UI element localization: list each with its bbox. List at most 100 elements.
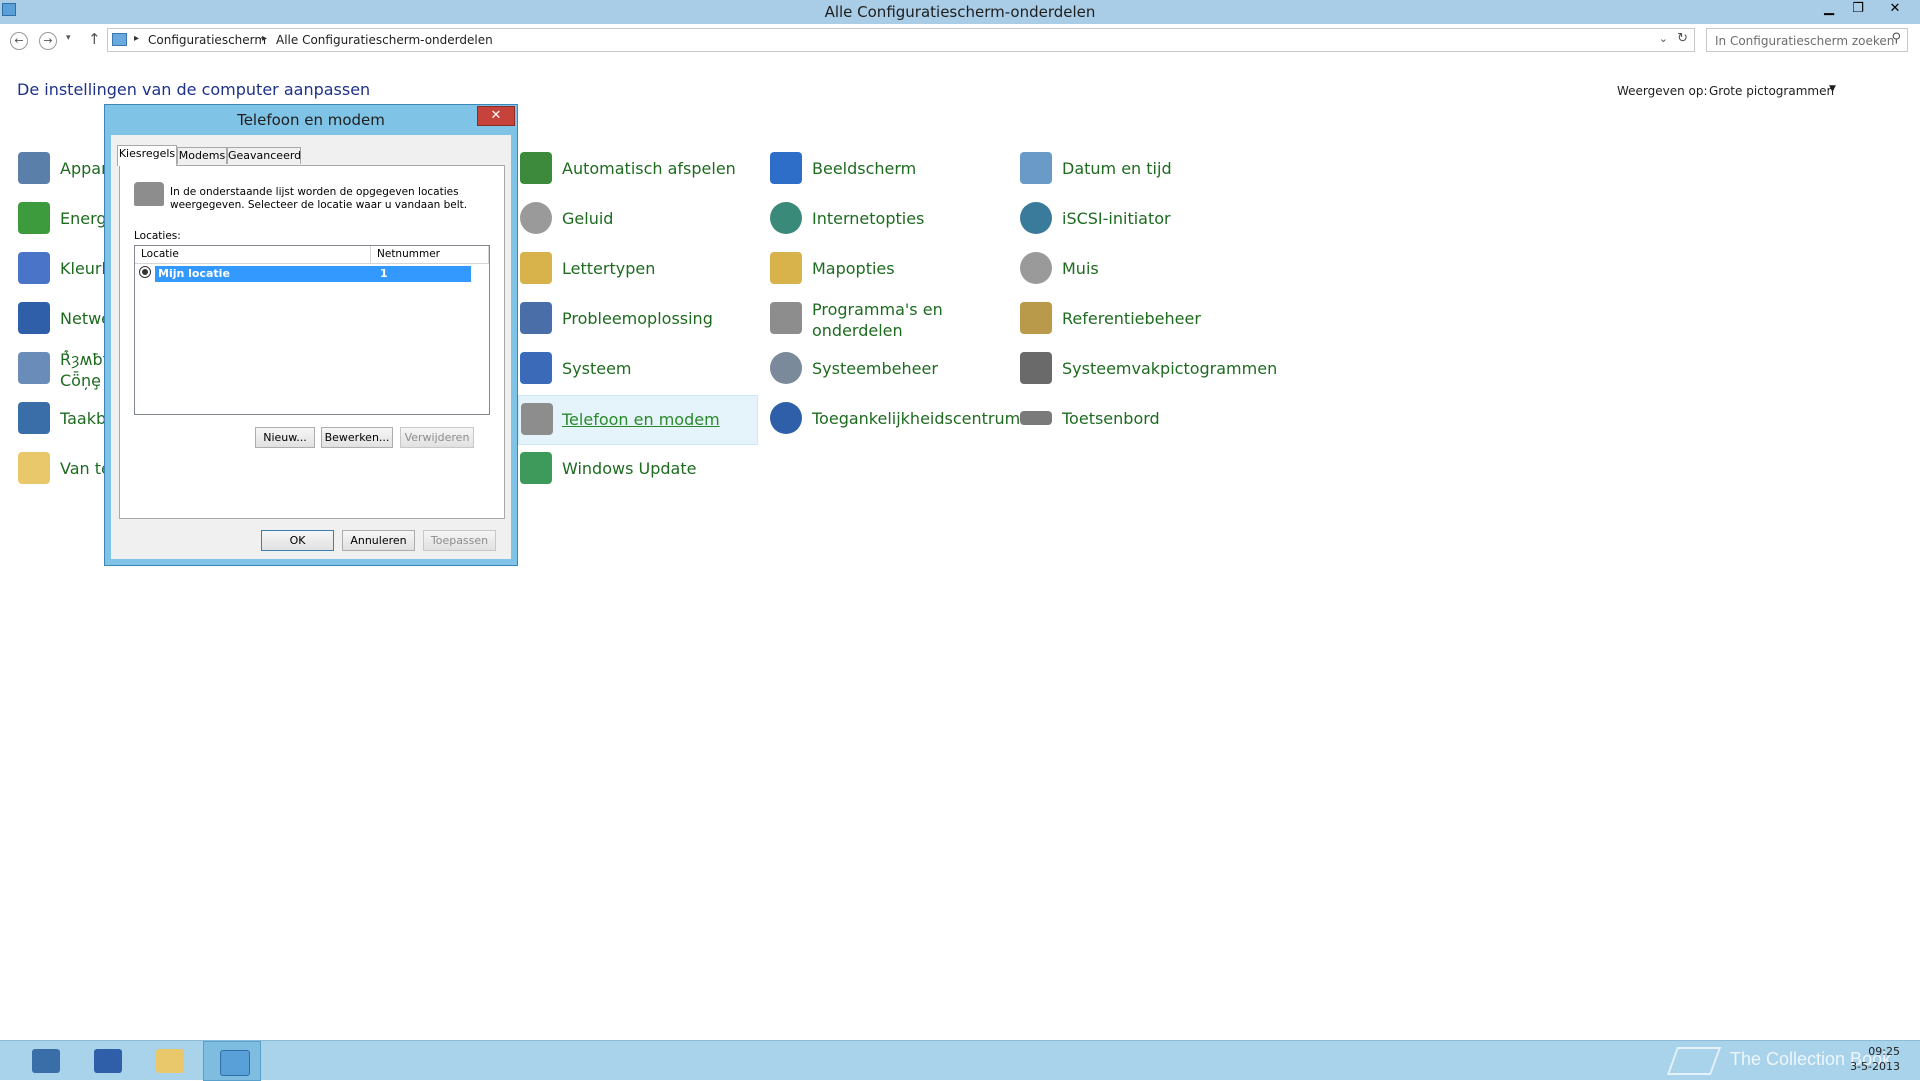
speech-icon [18, 452, 50, 484]
location-radio[interactable] [139, 266, 151, 278]
cp-item-label: Lettertypen [562, 259, 656, 278]
cp-item-keyboard[interactable]: Toetsenbord [1020, 397, 1260, 443]
back-button[interactable]: ← [10, 32, 28, 50]
column-header-location[interactable]: Locatie [135, 246, 371, 264]
cp-item-autoplay[interactable]: Automatisch afspelen [520, 147, 750, 193]
server-manager-icon [32, 1049, 60, 1073]
clock-date: 3-5-2013 [1850, 1060, 1900, 1073]
taskbar: The Collection Book 09:25 3-5-2013 [0, 1040, 1920, 1081]
cp-item-programs[interactable]: Programma's en onderdelen [770, 297, 1000, 343]
powershell-icon [94, 1049, 122, 1073]
cp-item-label: Programma's en onderdelen [812, 300, 943, 340]
new-location-button[interactable]: Nieuw... [255, 427, 315, 448]
cp-item-power-options[interactable]: Energi [18, 197, 111, 243]
cp-item-color-management[interactable]: Kleurb [18, 247, 112, 293]
taskbar-powershell[interactable] [78, 1041, 136, 1081]
autoplay-icon [520, 152, 552, 184]
cp-item-notification-icons[interactable]: Systeemvakpictogrammen [1020, 347, 1280, 393]
cp-item-label: Systeemvakpictogrammen [1062, 359, 1278, 378]
cp-item-taskbar[interactable]: Taakb [18, 397, 108, 443]
ok-button[interactable]: OK [261, 530, 334, 551]
edit-location-button[interactable]: Bewerken... [321, 427, 393, 448]
notification-icons-icon [1020, 352, 1052, 384]
breadcrumb-control-panel[interactable]: Configuratiescherm [148, 33, 266, 47]
tab-dialing-rules[interactable]: Kiesregels [117, 145, 177, 166]
table-row[interactable]: Mijn locatie 1 [155, 266, 471, 282]
folder-options-icon [770, 252, 802, 284]
clock-time: 09:25 [1868, 1045, 1900, 1058]
breadcrumb-separator[interactable]: ▸ [262, 33, 267, 44]
cp-item-troubleshooting[interactable]: Probleemoplossing [520, 297, 750, 343]
tab-panel-dialing-rules: In de onderstaande lijst worden de opgeg… [119, 165, 505, 519]
taskbar-control-panel[interactable] [203, 1041, 261, 1081]
cp-item-region[interactable]: Ŕ͑ȝʍƀʈ Cȫņȩ [18, 347, 109, 393]
cp-item-windows-update[interactable]: Windows Update [520, 447, 750, 493]
breadcrumb-separator[interactable]: ▸ [134, 33, 139, 44]
chevron-down-icon[interactable]: ▼ [1829, 84, 1836, 94]
ease-of-access-icon [770, 402, 802, 434]
restore-button[interactable]: ❐ [1845, 0, 1871, 18]
search-input[interactable]: In Configuratiescherm zoeken ⚲ [1706, 28, 1908, 52]
cp-item-internet-options[interactable]: Internetopties [770, 197, 1000, 243]
recent-locations-button[interactable]: ▾ [66, 33, 71, 43]
dialog-close-button[interactable]: ✕ [477, 106, 515, 126]
cp-item-credential-manager[interactable]: Referentiebeheer [1020, 297, 1260, 343]
cp-item-network[interactable]: Netwe [18, 297, 111, 343]
column-header-area-code[interactable]: Netnummer [371, 246, 489, 264]
tab-modems[interactable]: Modems [177, 147, 227, 164]
up-button[interactable]: ↑ [88, 30, 101, 48]
address-bar[interactable]: ▸ Configuratiescherm ▸ Alle Configuratie… [107, 28, 1695, 52]
display-icon [770, 152, 802, 184]
cp-item-label: Automatisch afspelen [562, 159, 736, 178]
cp-item-sound[interactable]: Geluid [520, 197, 750, 243]
cp-item-folder-options[interactable]: Mapopties [770, 247, 1000, 293]
cp-item-label: Toegankelijkheidscentrum [812, 409, 1021, 428]
admin-tools-icon [770, 352, 802, 384]
locations-label: Locaties: [134, 230, 181, 242]
phone-icon [134, 182, 164, 206]
window-titlebar: Alle Configuratiescherm-onderdelen ▁ ❐ ✕ [0, 0, 1920, 24]
minimize-button[interactable]: ▁ [1816, 0, 1842, 18]
control-panel-icon [112, 33, 127, 46]
cp-item-date-time[interactable]: Datum en tijd [1020, 147, 1260, 193]
taskbar-file-explorer[interactable] [140, 1041, 198, 1081]
close-window-button[interactable]: ✕ [1880, 0, 1910, 18]
cp-item-phone-modem[interactable]: Telefoon en modem [518, 395, 758, 445]
cp-item-label: Windows Update [562, 459, 697, 478]
cp-item-label: Geluid [562, 209, 614, 228]
page-title: De instellingen van de computer aanpasse… [17, 80, 371, 99]
cp-item-display[interactable]: Beeldscherm [770, 147, 1000, 193]
cp-item-speech[interactable]: Van te [18, 447, 111, 493]
cp-item-fonts[interactable]: Lettertypen [520, 247, 750, 293]
apply-button[interactable]: Toepassen [423, 530, 496, 551]
cp-item-admin-tools[interactable]: Systeembeheer [770, 347, 1000, 393]
forward-button[interactable]: → [39, 32, 57, 50]
cp-item-ease-of-access[interactable]: Toegankelijkheidscentrum [770, 397, 1020, 443]
breadcrumb-all-items[interactable]: Alle Configuratiescherm-onderdelen [276, 33, 493, 47]
cp-item-label: Systeembeheer [812, 359, 938, 378]
cancel-button[interactable]: Annuleren [342, 530, 415, 551]
cp-item-devices[interactable]: Appar [18, 147, 108, 193]
delete-location-button[interactable]: Verwijderen [400, 427, 474, 448]
address-dropdown-icon[interactable]: ⌄ [1659, 32, 1668, 45]
view-by-label: Weergeven op: [1617, 84, 1708, 98]
cp-item-label: iSCSI-initiator [1062, 209, 1171, 228]
devices-icon [18, 152, 50, 184]
tab-advanced[interactable]: Geavanceerd [227, 147, 301, 164]
system-clock[interactable]: 09:25 3-5-2013 [1840, 1044, 1900, 1074]
cp-item-iscsi[interactable]: iSCSI-initiator [1020, 197, 1260, 243]
view-by-dropdown[interactable]: Grote pictogrammen [1709, 84, 1834, 98]
cp-item-system[interactable]: Systeem [520, 347, 750, 393]
search-icon[interactable]: ⚲ [1891, 31, 1901, 46]
phone-modem-dialog: Telefoon en modem ✕ Kiesregels Modems Ge… [104, 104, 518, 566]
date-time-icon [1020, 152, 1052, 184]
locations-list[interactable]: Locatie Netnummer Mijn locatie 1 [134, 245, 490, 415]
taskbar-icon [18, 402, 50, 434]
troubleshooting-icon [520, 302, 552, 334]
refresh-icon[interactable]: ↻ [1677, 31, 1688, 46]
taskbar-server-manager[interactable] [16, 1041, 74, 1081]
cp-item-mouse[interactable]: Muis [1020, 247, 1260, 293]
folder-icon [156, 1049, 184, 1073]
fonts-icon [520, 252, 552, 284]
cp-item-label: Appar [60, 159, 108, 178]
